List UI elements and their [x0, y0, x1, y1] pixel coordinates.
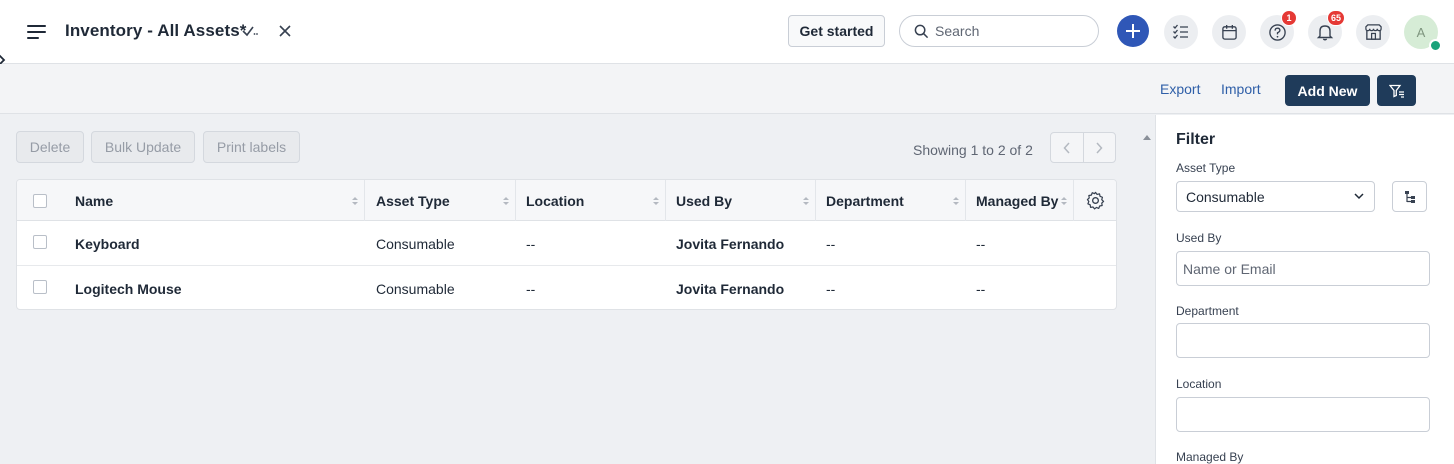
- avatar-initial: A: [1416, 24, 1426, 40]
- cell-asset-type: Consumable: [376, 280, 455, 297]
- calendar-button[interactable]: [1212, 15, 1246, 49]
- column-header-department[interactable]: Department: [816, 180, 966, 221]
- delete-button[interactable]: Delete: [16, 131, 84, 163]
- main-content: Delete Bulk Update Print labels Showing …: [0, 115, 1138, 464]
- pagination-summary: Showing 1 to 2 of 2: [913, 142, 1033, 158]
- scroll-up-arrow-icon[interactable]: [1143, 135, 1151, 140]
- add-new-button[interactable]: Add New: [1285, 75, 1370, 106]
- filter-icon: [1388, 84, 1404, 98]
- gear-icon: [1086, 191, 1105, 210]
- quick-add-button[interactable]: [1117, 15, 1149, 47]
- export-button[interactable]: Export: [1160, 81, 1200, 97]
- sort-icon[interactable]: [803, 196, 809, 206]
- cell-location: --: [526, 235, 536, 252]
- column-header-location[interactable]: Location: [516, 180, 666, 221]
- column-header-managed-by[interactable]: Managed By: [966, 180, 1074, 221]
- cell-name[interactable]: Logitech Mouse: [75, 266, 182, 309]
- department-input[interactable]: [1176, 323, 1430, 358]
- column-header-label: Asset Type: [376, 192, 450, 209]
- chevron-down-icon: [1354, 193, 1364, 200]
- calendar-icon: [1221, 24, 1237, 40]
- row-checkbox[interactable]: [33, 235, 47, 249]
- select-all-checkbox[interactable]: [33, 194, 47, 208]
- search-icon: [914, 24, 929, 38]
- plus-icon: [1126, 24, 1140, 38]
- cell-location: --: [526, 280, 536, 297]
- location-label: Location: [1176, 377, 1222, 391]
- filter-title: Filter: [1176, 131, 1216, 148]
- top-bar: Inventory - All Assets* Get started Sear…: [0, 0, 1454, 66]
- column-header-label: Department: [826, 192, 904, 209]
- import-button[interactable]: Import: [1221, 81, 1261, 97]
- help-button[interactable]: 1: [1260, 10, 1297, 49]
- department-label: Department: [1176, 304, 1239, 318]
- sort-icon[interactable]: [653, 196, 659, 206]
- bell-icon: [1316, 25, 1334, 41]
- marketplace-button[interactable]: [1356, 15, 1390, 49]
- avatar[interactable]: A: [1404, 15, 1442, 52]
- action-bar: Export Import Add New: [0, 64, 1454, 114]
- cell-name[interactable]: Keyboard: [75, 221, 140, 266]
- used-by-input[interactable]: [1176, 251, 1430, 286]
- cell-managed-by: --: [976, 235, 986, 252]
- column-header-label: Location: [526, 192, 585, 209]
- checklist-icon: [1173, 24, 1188, 39]
- column-header-label: Used By: [676, 192, 733, 209]
- bulk-update-button[interactable]: Bulk Update: [91, 131, 195, 163]
- chevron-left-icon: [1063, 141, 1070, 154]
- scrollbar[interactable]: [1138, 115, 1156, 464]
- asset-type-tree-button[interactable]: [1392, 181, 1427, 212]
- managed-by-label: Managed By: [1176, 450, 1244, 464]
- used-by-label: Used By: [1176, 231, 1222, 245]
- table-row[interactable]: Keyboard Consumable -- Jovita Fernando -…: [17, 221, 1116, 266]
- table-row[interactable]: Logitech Mouse Consumable -- Jovita Fern…: [17, 266, 1116, 309]
- column-header-asset-type[interactable]: Asset Type: [366, 180, 516, 221]
- chevron-right-icon: [1096, 141, 1103, 154]
- cell-asset-type: Consumable: [376, 235, 455, 252]
- column-header-label: Name: [75, 192, 114, 209]
- notifications-button[interactable]: 65: [1308, 10, 1345, 49]
- tasks-button[interactable]: [1164, 15, 1198, 49]
- column-settings-button[interactable]: [1074, 180, 1116, 221]
- page-title: Inventory - All Assets*: [65, 21, 247, 40]
- row-checkbox[interactable]: [33, 280, 47, 294]
- asset-type-label: Asset Type: [1176, 161, 1236, 175]
- sort-icon[interactable]: [352, 196, 358, 206]
- filter-panel: Filter Asset Type Consumable Used By Dep…: [1156, 115, 1454, 464]
- location-input[interactable]: [1176, 397, 1430, 432]
- column-header-used-by[interactable]: Used By: [666, 180, 816, 221]
- column-header-name[interactable]: Name: [65, 180, 365, 221]
- store-icon: [1364, 23, 1382, 40]
- sort-icon[interactable]: [1061, 196, 1067, 206]
- cell-used-by: Jovita Fernando: [676, 235, 785, 252]
- menu-icon[interactable]: [27, 25, 47, 40]
- notifications-badge: 65: [1326, 10, 1345, 26]
- close-icon[interactable]: [276, 22, 294, 40]
- asset-type-select[interactable]: Consumable: [1176, 181, 1375, 212]
- previous-page-button[interactable]: [1051, 133, 1084, 162]
- sort-icon[interactable]: [503, 196, 509, 206]
- assets-table: Name Asset Type Location Used By Departm…: [16, 179, 1117, 310]
- cell-department: --: [826, 280, 836, 297]
- pagination-controls: [1050, 132, 1116, 163]
- column-header-label: Managed By: [976, 192, 1059, 209]
- get-started-button[interactable]: Get started: [788, 15, 885, 47]
- filter-toggle-button[interactable]: [1377, 75, 1416, 106]
- hierarchy-icon: [1404, 190, 1415, 203]
- print-labels-button[interactable]: Print labels: [203, 131, 300, 163]
- help-icon: [1268, 23, 1286, 41]
- sort-icon[interactable]: [953, 196, 959, 206]
- cell-department: --: [826, 235, 836, 252]
- search-input[interactable]: [935, 23, 1085, 39]
- cell-used-by: Jovita Fernando: [676, 280, 785, 297]
- save-view-check-icon[interactable]: [241, 22, 259, 40]
- cell-managed-by: --: [976, 280, 986, 297]
- table-header: Name Asset Type Location Used By Departm…: [17, 180, 1116, 221]
- asset-type-selected-value: Consumable: [1186, 188, 1265, 205]
- help-badge: 1: [1281, 10, 1297, 26]
- search-box[interactable]: [899, 15, 1099, 47]
- online-status-dot: [1429, 39, 1442, 52]
- next-page-button[interactable]: [1084, 133, 1116, 162]
